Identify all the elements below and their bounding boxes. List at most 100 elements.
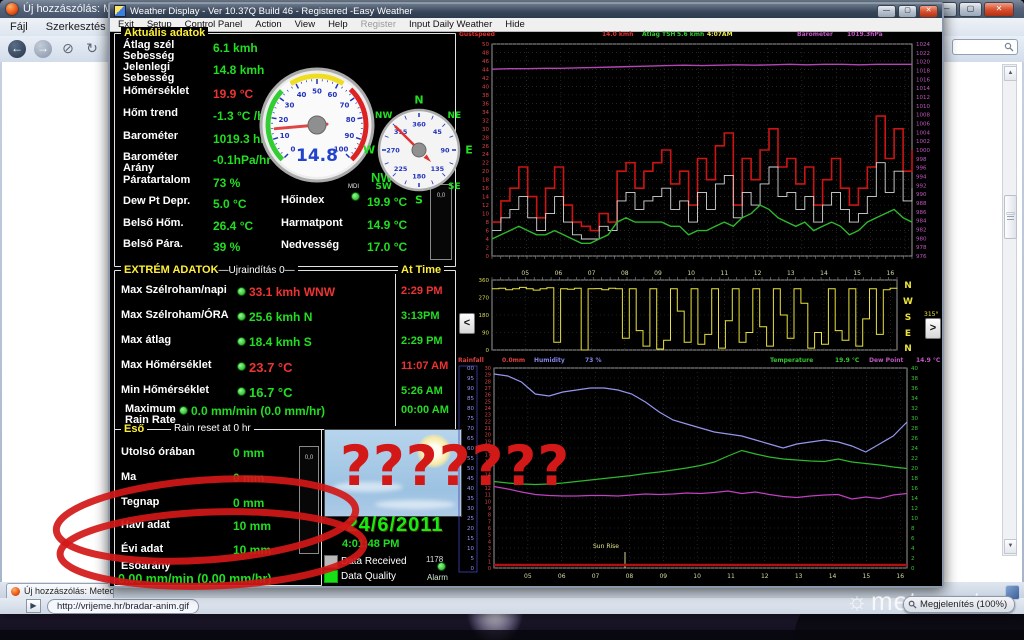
svg-text:20: 20 [911,466,918,472]
svg-text:180: 180 [479,313,490,319]
menu-item-view[interactable]: View [295,19,315,30]
scroll-down-icon[interactable]: ▼ [1004,539,1017,554]
scroll-up-icon[interactable]: ▲ [1004,66,1017,81]
alarm-led [437,562,446,571]
svg-text:225: 225 [394,165,408,173]
rain-row-label: Utolsó órában [121,446,195,458]
weather-titlebar[interactable]: Weather Display - Ver 10.37Q Build 46 - … [110,4,942,18]
compass-letter-3: E [905,329,911,339]
rain-row-label: Ma [121,471,136,483]
reload-icon[interactable]: ↻ [84,40,100,58]
play-icon[interactable]: ▶ [26,599,41,613]
browser-search-box[interactable] [952,39,1018,55]
extremes-panel: EXTRÉM ADATOK—Ujraindítás 0— At Time Max… [114,270,456,430]
rain-row-value: 0 mm [233,471,264,485]
svg-text:44: 44 [482,67,489,73]
firefox-icon [11,587,20,596]
browser-scrollbar[interactable]: ▲ ▼ [1002,64,1017,556]
wind-barometer-chart: 0246810121416182022242628303234363840424… [456,28,942,268]
svg-text:1014: 1014 [916,86,930,92]
svg-text:17: 17 [485,453,491,459]
menu-item-action[interactable]: Action [255,19,281,30]
svg-text:90: 90 [440,147,450,155]
compass-point-NW: NW [375,111,393,121]
svg-text:20: 20 [482,169,489,175]
compass-point-S: S [415,194,423,207]
svg-text:55: 55 [467,456,474,462]
browser-tab-label: Új hozzászólás: Meteor... [24,586,114,596]
sun-logo-icon: ☼ [846,588,869,616]
panel-title: EXTRÉM ADATOK—Ujraindítás 0— [121,264,298,276]
extreme-row-led [237,287,246,296]
menu-item-szerkesztés[interactable]: Szerkesztés [46,21,106,33]
scroll-right-button[interactable]: > [925,318,941,339]
svg-text:12: 12 [754,270,762,277]
extreme-row-led [237,312,246,321]
svg-text:85: 85 [467,396,474,402]
browser-maximize-button[interactable]: ▢ [959,2,982,17]
plot-frame [492,44,912,256]
svg-text:10: 10 [467,546,474,552]
chart-header-item: Gustspeed [459,31,495,38]
current-row-label: Átlag szél Sebesség [123,40,174,62]
svg-text:05: 05 [521,270,529,277]
svg-text:996: 996 [916,166,927,172]
extreme-row-label: Max Hőmérséklet [121,360,212,371]
sunrise-label: Sun Rise [593,543,619,550]
svg-text:15: 15 [485,466,491,472]
rain-bar-meter: 0,0 [299,446,319,554]
current-row-label: Belső Pára. [123,239,183,250]
svg-text:14: 14 [820,270,828,277]
svg-text:270: 270 [479,296,490,302]
weather-close-button[interactable]: ✕ [919,5,938,18]
extreme-row-time: 00:00 AM [401,404,449,416]
svg-text:38: 38 [482,93,489,99]
browser-close-button[interactable]: ✕ [984,2,1014,17]
browser-tab[interactable]: Új hozzászólás: Meteor... [6,583,114,598]
svg-text:30: 30 [467,506,474,512]
wind-direction-chart: 360270180900050607080910111213141516NWSE… [456,264,942,366]
current-right-value: 17.0 °C [367,240,407,254]
svg-text:1012: 1012 [916,95,930,101]
weather-maximize-button[interactable]: ▢ [898,5,917,18]
weather-minimize-button[interactable]: — [877,5,896,18]
svg-text:16: 16 [485,459,491,465]
svg-text:22: 22 [911,456,918,462]
svg-text:998: 998 [916,157,927,163]
svg-text:11: 11 [721,270,729,277]
svg-text:60: 60 [328,91,338,99]
temperature-series [494,451,907,485]
at-time-header: At Time [398,264,444,276]
svg-text:18: 18 [911,476,918,482]
svg-text:6: 6 [488,526,491,532]
svg-text:11: 11 [727,573,735,580]
rain-reset-label: Rain reset at 0 hr [171,423,254,434]
back-icon[interactable]: ← [8,40,26,58]
firefox-icon [6,3,18,15]
status-url[interactable]: http://vrijeme.hr/bradar-anim.gif [47,599,199,614]
svg-text:70: 70 [467,426,474,432]
barometer-series [492,64,912,69]
svg-text:15: 15 [467,536,474,542]
svg-text:40: 40 [911,366,918,372]
scroll-left-button[interactable]: < [459,313,475,334]
forward-icon[interactable]: → [34,40,52,58]
stop-icon[interactable]: ⊘ [60,40,76,58]
weather-display-window: Weather Display - Ver 10.37Q Build 46 - … [108,2,944,588]
svg-text:982: 982 [916,228,927,234]
extreme-row-time: 2:29 PM [401,285,443,297]
svg-text:4: 4 [488,539,491,545]
svg-text:28: 28 [911,426,918,432]
svg-text:990: 990 [916,192,927,198]
current-row-label: Jelenlegi Sebesség [123,62,174,84]
extreme-row-value: 16.7 °C [249,385,293,400]
svg-text:25: 25 [485,399,491,405]
svg-text:95: 95 [467,376,474,382]
scrollbar-thumb[interactable] [1004,195,1017,239]
svg-text:992: 992 [916,183,927,189]
menu-item-help[interactable]: Help [328,19,348,30]
svg-text:988: 988 [916,201,927,207]
panel-title: Aktuális adatok [121,27,208,39]
menu-item-fájl[interactable]: Fájl [10,21,28,33]
current-data-panel: Aktuális adatok Átlag szél Sebesség6.1 k… [114,33,456,267]
